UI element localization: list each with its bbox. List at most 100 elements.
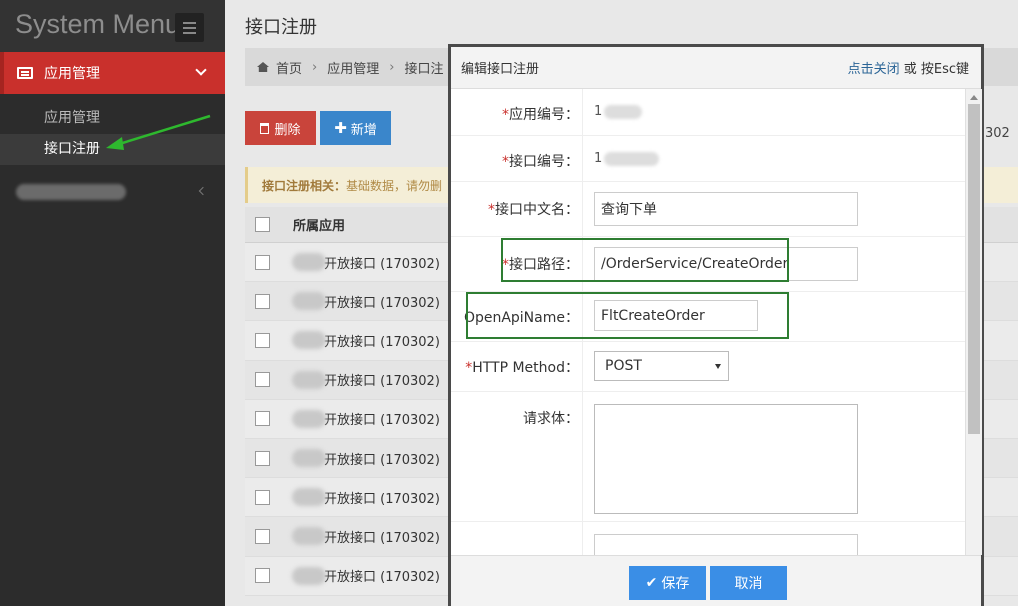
field-label: *HTTP Method： xyxy=(451,342,583,391)
field-label: *接口中文名： xyxy=(451,182,583,236)
list-icon xyxy=(17,67,33,79)
cancel-button[interactable]: 取消 xyxy=(710,566,787,600)
blurred-cell xyxy=(292,449,326,468)
row-app-name: 开放接口 (170302) xyxy=(324,295,440,311)
blurred-cell xyxy=(292,566,326,585)
breadcrumb-separator: › xyxy=(389,59,395,75)
menu-item-app-management[interactable]: 应用管理 xyxy=(0,52,225,94)
dialog-close-hint: 点击关闭 或 按Esc键 xyxy=(848,58,969,77)
row-app-name: 开放接口 (170302) xyxy=(324,452,440,468)
field-label xyxy=(451,522,583,555)
save-button[interactable]: ✔ 保存 xyxy=(629,566,706,600)
chevron-left-icon xyxy=(198,186,208,196)
blurred-cell xyxy=(292,409,326,428)
trash-icon xyxy=(260,122,270,134)
sidebar: System Menu 应用管理 应用管理 接口注册 xyxy=(0,0,225,606)
method-selected: POST xyxy=(605,358,642,374)
label-body: 请求体： xyxy=(523,411,579,427)
caret-down-icon xyxy=(715,364,721,369)
app-no-value: 1 xyxy=(594,104,643,119)
dialog-footer: ✔ 保存 取消 xyxy=(451,555,981,606)
row-checkbox[interactable] xyxy=(255,332,270,348)
app-title: System Menu xyxy=(15,9,181,39)
breadcrumb-app-management[interactable]: 应用管理 xyxy=(327,58,379,77)
home-icon xyxy=(257,62,269,72)
field-label: 请求体： xyxy=(451,392,583,521)
label-cn-name: 接口中文名： xyxy=(495,202,579,218)
label-api-no: 接口编号： xyxy=(509,154,579,170)
dialog-title: 编辑接口注册 xyxy=(461,62,540,77)
scrollbar-thumb[interactable] xyxy=(968,104,980,434)
row-checkbox[interactable] xyxy=(255,411,270,427)
add-button[interactable]: ✚ 新增 xyxy=(320,111,391,145)
select-all-checkbox[interactable] xyxy=(255,217,270,232)
row-app-name: 开放接口 (170302) xyxy=(324,256,440,272)
api-no-value: 1 xyxy=(594,151,660,166)
plus-icon: ✚ xyxy=(334,119,347,137)
blurred-menu-item[interactable] xyxy=(16,184,126,200)
blurred-value xyxy=(604,151,660,166)
breadcrumb-home[interactable]: 首页 xyxy=(276,58,302,77)
row-checkbox[interactable] xyxy=(255,254,270,270)
edit-dialog: 编辑接口注册 点击关闭 或 按Esc键 *应用编号： 1 *接口编号： 1 *接… xyxy=(448,44,984,606)
row-checkbox[interactable] xyxy=(255,568,270,584)
app-no-text: 1 xyxy=(594,104,603,119)
form-row-app-no: *应用编号： 1 xyxy=(451,89,965,136)
form-row-partial xyxy=(451,522,965,555)
page-title: 接口注册 xyxy=(245,17,317,38)
dialog-scrollbar[interactable] xyxy=(965,89,982,555)
delete-button[interactable]: 删除 xyxy=(245,111,316,145)
column-header-app: 所属应用 xyxy=(293,219,346,234)
sidebar-header: System Menu xyxy=(0,0,225,52)
blurred-cell xyxy=(292,253,326,272)
highlight-box-path xyxy=(501,238,789,282)
highlight-box-openapi xyxy=(466,292,789,339)
blurred-cell xyxy=(292,527,326,546)
close-hint-suffix: 或 按Esc键 xyxy=(899,62,969,77)
close-link[interactable]: 点击关闭 xyxy=(848,62,900,77)
form-row-body: 请求体： xyxy=(451,392,965,522)
row-app-name: 开放接口 (170302) xyxy=(324,491,440,507)
row-app-name: 开放接口 (170302) xyxy=(324,413,440,429)
form-row-api-no: *接口编号： 1 xyxy=(451,136,965,182)
field-label: *接口编号： xyxy=(451,136,583,181)
http-method-select[interactable]: POST xyxy=(594,351,729,381)
label-app-no: 应用编号： xyxy=(509,107,579,123)
dialog-body: *应用编号： 1 *接口编号： 1 *接口中文名： 查询下单 *接口路径： /O… xyxy=(451,89,965,555)
api-no-text: 1 xyxy=(594,151,603,166)
scroll-up-icon[interactable] xyxy=(970,95,978,100)
row-app-name: 开放接口 (170302) xyxy=(324,570,440,586)
check-icon: ✔ xyxy=(645,575,658,591)
row-checkbox[interactable] xyxy=(255,372,270,388)
breadcrumb-current: 接口注 xyxy=(404,61,444,77)
blurred-cell xyxy=(292,370,326,389)
blurred-cell xyxy=(292,292,326,311)
row-checkbox[interactable] xyxy=(255,450,270,466)
blurred-cell xyxy=(292,488,326,507)
dialog-header: 编辑接口注册 点击关闭 或 按Esc键 xyxy=(451,47,981,89)
blurred-value xyxy=(604,104,643,119)
row-app-name: 开放接口 (170302) xyxy=(324,334,440,350)
menu-item-label: 应用管理 xyxy=(44,66,100,82)
form-row-cn-name: *接口中文名： 查询下单 xyxy=(451,182,965,237)
delete-button-label: 删除 xyxy=(274,122,301,138)
add-button-label: 新增 xyxy=(350,122,377,138)
partial-input[interactable] xyxy=(594,534,858,555)
row-checkbox[interactable] xyxy=(255,293,270,309)
row-app-name: 开放接口 (170302) xyxy=(324,530,440,546)
count-text: 302 xyxy=(985,126,1010,141)
chevron-down-icon xyxy=(195,64,207,76)
save-button-label: 保存 xyxy=(661,576,690,592)
annotation-arrow xyxy=(106,114,211,150)
hamburger-menu-icon[interactable] xyxy=(175,13,204,42)
cn-name-input[interactable]: 查询下单 xyxy=(594,192,858,226)
row-checkbox[interactable] xyxy=(255,528,270,544)
label-method: HTTP Method： xyxy=(472,360,579,376)
row-app-name: 开放接口 (170302) xyxy=(324,374,440,390)
blurred-cell xyxy=(292,331,326,350)
breadcrumb-separator: › xyxy=(312,59,318,75)
request-body-textarea[interactable] xyxy=(594,404,858,514)
row-checkbox[interactable] xyxy=(255,489,270,505)
form-row-method: *HTTP Method： POST xyxy=(451,342,965,392)
notice-label: 接口注册相关： xyxy=(262,178,347,193)
